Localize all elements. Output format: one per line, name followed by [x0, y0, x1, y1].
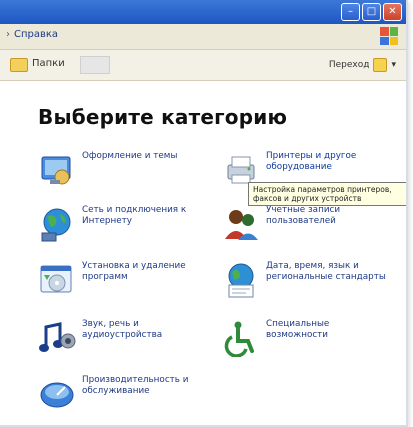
- toolbar: Папки Переход ▾: [0, 50, 406, 81]
- category-label: Дата, время, язык и региональные стандар…: [266, 261, 386, 282]
- category-label: Учетные записи пользователей: [266, 205, 341, 226]
- folders-button[interactable]: Папки: [32, 58, 65, 69]
- category-user-accounts[interactable]: Учетные записи пользователей: [222, 205, 386, 243]
- minimize-button[interactable]: –: [341, 3, 360, 21]
- globe-clock-icon: [222, 261, 260, 299]
- category-label: Принтеры и другое оборудование: [266, 151, 357, 172]
- category-label: Установка и удаление программ: [82, 261, 186, 282]
- folder-icon[interactable]: [10, 58, 28, 72]
- network-globe-icon: [38, 205, 76, 243]
- category-sound[interactable]: Звук, речь и аудиоустройства: [38, 319, 202, 357]
- performance-icon: [38, 375, 76, 413]
- category-date-time-language[interactable]: Дата, время, язык и региональные стандар…: [222, 261, 386, 299]
- category-performance[interactable]: Производительность и обслуживание: [38, 375, 202, 413]
- go-button[interactable]: Переход ▾: [329, 58, 396, 72]
- category-view: Выберите категорию Оформление и темы Сет…: [0, 81, 406, 425]
- category-network[interactable]: Сеть и подключения к Интернету: [38, 205, 202, 243]
- category-label: Специальные возможности: [266, 319, 330, 340]
- windows-logo-icon: [380, 27, 398, 45]
- control-panel-window: – □ ✕ › Справка Папки Переход ▾ Выберите …: [0, 0, 408, 427]
- go-label: Переход: [328, 60, 370, 70]
- appearance-icon: [38, 151, 76, 189]
- category-label: Производительность и обслуживание: [82, 375, 189, 396]
- category-appearance[interactable]: Оформление и темы: [38, 151, 202, 189]
- page-title: Выберите категорию: [38, 105, 288, 129]
- sound-icon: [38, 319, 76, 357]
- go-arrow-icon: [373, 58, 388, 72]
- tooltip: Настройка параметров принтеров, факсов и…: [248, 182, 406, 206]
- maximize-button[interactable]: □: [362, 3, 381, 21]
- menu-help-label: Справка: [14, 29, 59, 40]
- close-button[interactable]: ✕: [383, 3, 402, 21]
- chevron-down-icon: ▾: [391, 60, 396, 70]
- menu-help[interactable]: › Справка: [6, 29, 58, 40]
- category-label: Звук, речь и аудиоустройства: [82, 319, 163, 340]
- category-accessibility[interactable]: Специальные возможности: [222, 319, 386, 358]
- category-add-remove-programs[interactable]: Установка и удаление программ: [38, 261, 202, 299]
- users-icon: [222, 205, 260, 243]
- wheelchair-icon: [222, 319, 260, 358]
- menu-bar: › Справка: [0, 24, 406, 50]
- category-label: Оформление и темы: [82, 151, 178, 161]
- chevron-right-icon: ›: [6, 29, 10, 40]
- programs-icon: [38, 261, 76, 299]
- category-label: Сеть и подключения к Интернету: [82, 205, 187, 226]
- view-button[interactable]: [80, 56, 110, 74]
- title-bar[interactable]: – □ ✕: [0, 0, 406, 24]
- window-controls: – □ ✕: [341, 3, 402, 21]
